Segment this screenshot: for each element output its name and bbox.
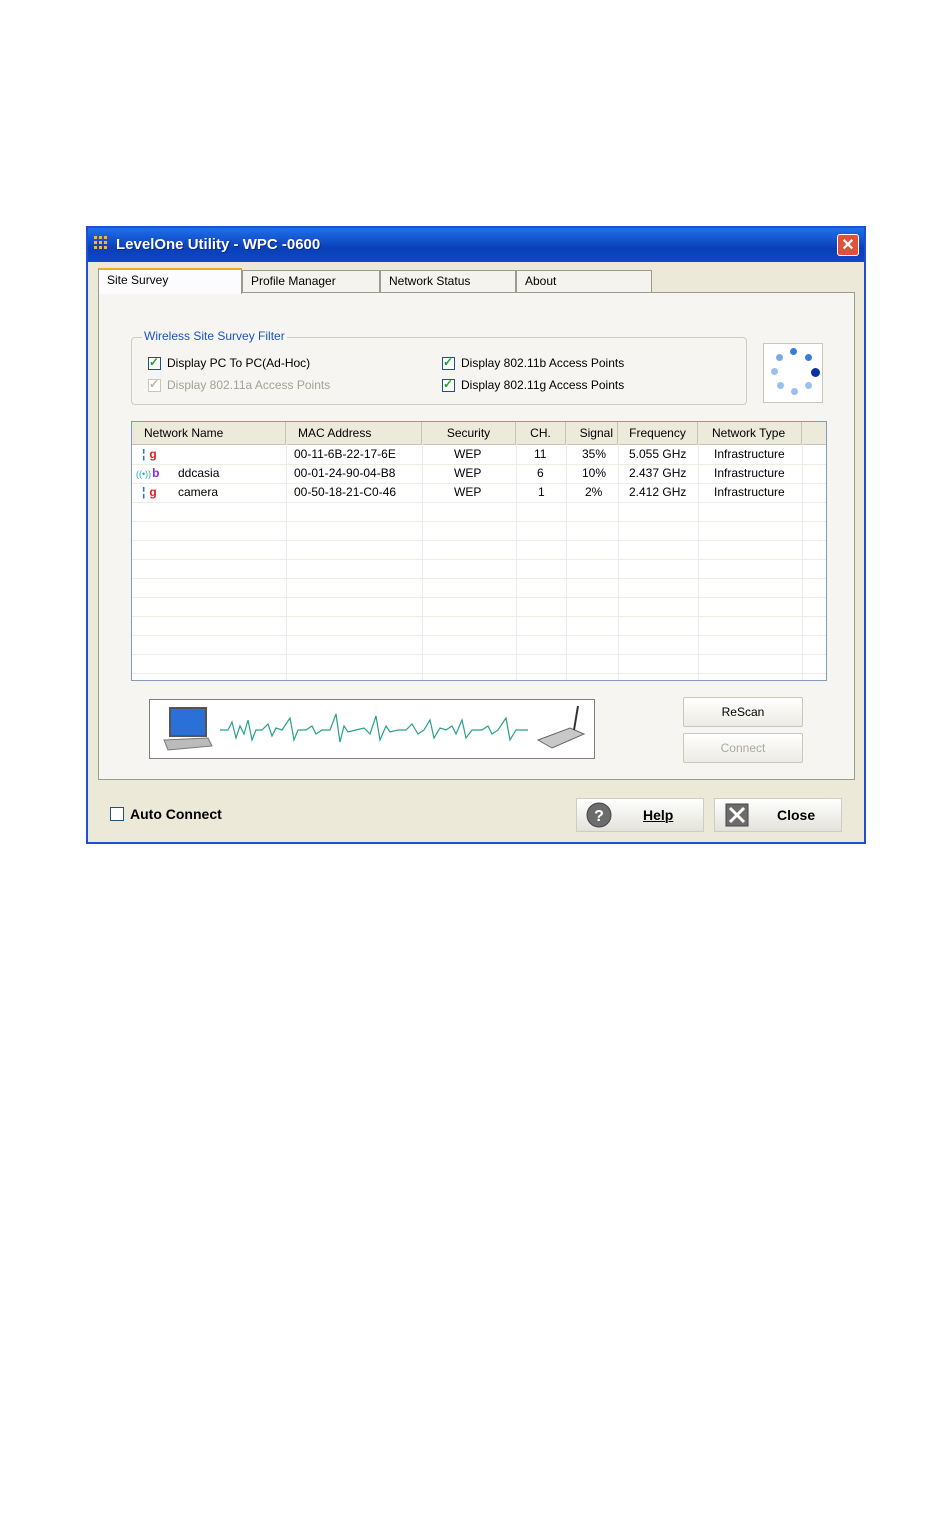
security: WEP: [454, 485, 482, 499]
mac-address: 00-50-18-21-C0-46: [294, 485, 397, 499]
antenna-g-icon: ¦ g: [142, 447, 157, 461]
security: WEP: [454, 447, 482, 461]
adhoc-filter-label: Display PC To PC(Ad-Hoc): [167, 356, 311, 370]
empty-row: [132, 578, 826, 598]
signal: 35%: [582, 447, 607, 461]
help-button[interactable]: ? Help: [576, 798, 704, 832]
levelone-utility-window: LevelOne Utility - WPC -0600 ✕ Site Surv…: [86, 226, 866, 844]
checkbox-checked-icon: [148, 377, 161, 392]
router-icon: [536, 705, 586, 749]
signal: 2%: [585, 485, 603, 499]
title-bar[interactable]: LevelOne Utility - WPC -0600 ✕: [88, 228, 864, 262]
antenna-g-icon: ¦ g: [142, 485, 157, 499]
mac-address: 00-01-24-90-04-B8: [294, 466, 396, 480]
checkbox-checked-icon: [148, 355, 161, 370]
adhoc-filter-checkbox[interactable]: Display PC To PC(Ad-Hoc): [148, 355, 311, 370]
help-label: Help: [643, 807, 674, 823]
adhoc-b-icon: ((•))b: [136, 466, 160, 480]
waveform-line: [220, 713, 528, 743]
window-close-button[interactable]: ✕: [837, 234, 859, 256]
checkbox-checked-icon: [442, 377, 455, 392]
channel: 11: [534, 447, 547, 461]
table-row[interactable]: ¦ g camera 00-50-18-21-C0-46 WEP 1 2% 2.4…: [132, 483, 826, 503]
empty-row: [132, 521, 826, 541]
connect-button: Connect: [683, 733, 803, 763]
80211b-filter-label: Display 802.11b Access Points: [461, 356, 625, 370]
auto-connect-checkbox[interactable]: Auto Connect: [110, 806, 222, 822]
column-network-name[interactable]: Network Name: [132, 422, 286, 444]
column-signal[interactable]: Signal: [566, 422, 618, 444]
table-header: Network Name MAC Address Security CH. Si…: [132, 422, 826, 445]
mac-address: 00-11-6B-22-17-6E: [294, 447, 396, 461]
tab-site-survey[interactable]: Site Survey: [98, 268, 242, 294]
empty-row: [132, 635, 826, 655]
frequency: 2.412 GHz: [629, 485, 687, 499]
80211g-filter-label: Display 802.11g Access Points: [461, 378, 625, 392]
column-frequency[interactable]: Frequency: [618, 422, 698, 444]
80211b-filter-checkbox[interactable]: Display 802.11b Access Points: [442, 355, 625, 370]
rescan-button[interactable]: ReScan: [683, 697, 803, 727]
network-type: Infrastructure: [714, 466, 785, 480]
tab-profile-manager[interactable]: Profile Manager: [242, 270, 380, 292]
table-row[interactable]: ¦ g 00-11-6B-22-17-6E WEP 11 35% 5.055 GH…: [132, 445, 826, 465]
svg-text:?: ?: [594, 808, 604, 825]
network-list-table[interactable]: Network Name MAC Address Security CH. Si…: [131, 421, 827, 681]
channel: 6: [537, 466, 544, 480]
tab-about[interactable]: About: [516, 270, 652, 292]
auto-connect-label: Auto Connect: [130, 806, 222, 822]
network-type: Infrastructure: [714, 485, 785, 499]
signal: 10%: [582, 466, 607, 480]
empty-row: [132, 559, 826, 579]
table-row[interactable]: ((•))b ddcasia 00-01-24-90-04-B8 WEP 6 1…: [132, 464, 826, 484]
column-security[interactable]: Security: [422, 422, 516, 444]
column-channel[interactable]: CH.: [516, 422, 566, 444]
column-network-type[interactable]: Network Type: [698, 422, 802, 444]
close-x-icon: [725, 803, 749, 827]
close-button[interactable]: Close: [714, 798, 842, 832]
network-name: camera: [178, 485, 219, 499]
filter-legend: Wireless Site Survey Filter: [142, 329, 287, 343]
security: WEP: [454, 466, 482, 480]
monitor-waveform-router-graphic: [163, 705, 586, 751]
80211g-filter-checkbox[interactable]: Display 802.11g Access Points: [442, 377, 625, 392]
channel: 1: [538, 485, 545, 499]
80211a-filter-label: Display 802.11a Access Points: [167, 378, 331, 392]
network-name: ddcasia: [178, 466, 220, 480]
empty-row: [132, 597, 826, 617]
help-icon: ?: [586, 802, 612, 828]
scanning-spinner-icon: [763, 343, 823, 403]
80211a-filter-checkbox: Display 802.11a Access Points: [148, 377, 331, 392]
frequency: 2.437 GHz: [629, 466, 687, 480]
site-survey-panel: Wireless Site Survey Filter Display PC T…: [98, 292, 855, 780]
network-type: Infrastructure: [714, 447, 785, 461]
tab-network-status[interactable]: Network Status: [380, 270, 516, 292]
checkbox-unchecked-icon: [110, 807, 124, 821]
empty-row: [132, 616, 826, 636]
window-title: LevelOne Utility - WPC -0600: [116, 236, 321, 253]
empty-row: [132, 654, 826, 674]
empty-row: [132, 502, 826, 522]
app-grid-icon: [94, 236, 110, 252]
checkbox-checked-icon: [442, 355, 455, 370]
signal-banner-image: [149, 699, 595, 759]
empty-row: [132, 540, 826, 560]
column-mac-address[interactable]: MAC Address: [286, 422, 422, 444]
frequency: 5.055 GHz: [629, 447, 687, 461]
site-survey-filter-group: Wireless Site Survey Filter Display PC T…: [131, 329, 747, 405]
close-label: Close: [777, 807, 816, 823]
monitor-icon: [163, 707, 213, 751]
